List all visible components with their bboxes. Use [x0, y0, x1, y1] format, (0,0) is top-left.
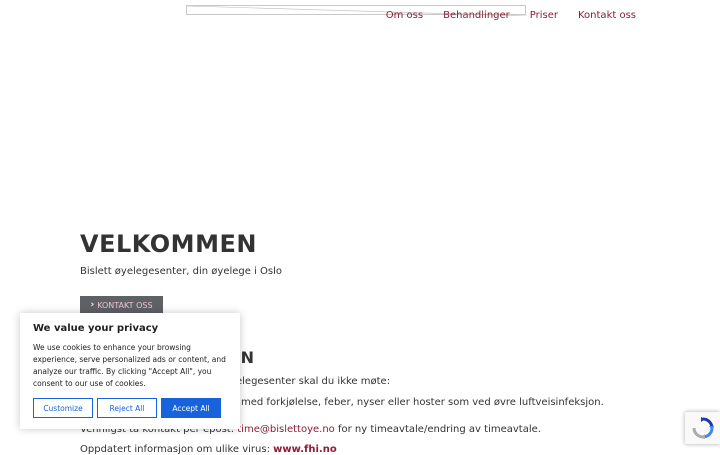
email-link[interactable]: time@bislettoye.no — [237, 424, 335, 435]
cookie-title: We value your privacy — [33, 323, 159, 334]
nav-item-om-oss[interactable]: Om oss — [386, 10, 423, 21]
nav-item-kontakt-oss[interactable]: Kontakt oss — [578, 10, 636, 21]
page-title: VELKOMMEN — [80, 230, 257, 258]
cookie-text: We use cookies to enhance your browsing … — [33, 343, 226, 388]
recaptcha-badge[interactable] — [685, 412, 720, 444]
cookie-buttons: Customize Reject All Accept All — [33, 398, 221, 418]
contact-us-button-label: KONTAKT OSS — [97, 300, 153, 310]
reject-all-button[interactable]: Reject All — [97, 398, 157, 418]
chevron-right-icon: › — [90, 300, 95, 310]
nav-item-priser[interactable]: Priser — [530, 10, 558, 21]
nav-item-behandlinger[interactable]: Behandlinger — [443, 10, 510, 21]
page-subtitle: Bislett øyelegesenter, din øyelege i Osl… — [80, 266, 283, 277]
info-line-2: med forkjølelse, feber, nyser eller host… — [241, 397, 604, 408]
customize-button[interactable]: Customize — [33, 398, 93, 418]
recaptcha-icon — [692, 417, 714, 439]
cookie-consent-banner: We value your privacy We use cookies to … — [20, 313, 240, 429]
contact-us-button[interactable]: › KONTAKT OSS — [80, 296, 163, 314]
info-line-1: elegesenter skal du ikke møte: — [236, 376, 391, 387]
info-line-3-suffix: for ny timeavtale/endring av timeavtale. — [334, 424, 541, 435]
accept-all-button[interactable]: Accept All — [161, 398, 221, 418]
main-nav: Om oss Behandlinger Priser Kontakt oss — [386, 10, 636, 21]
